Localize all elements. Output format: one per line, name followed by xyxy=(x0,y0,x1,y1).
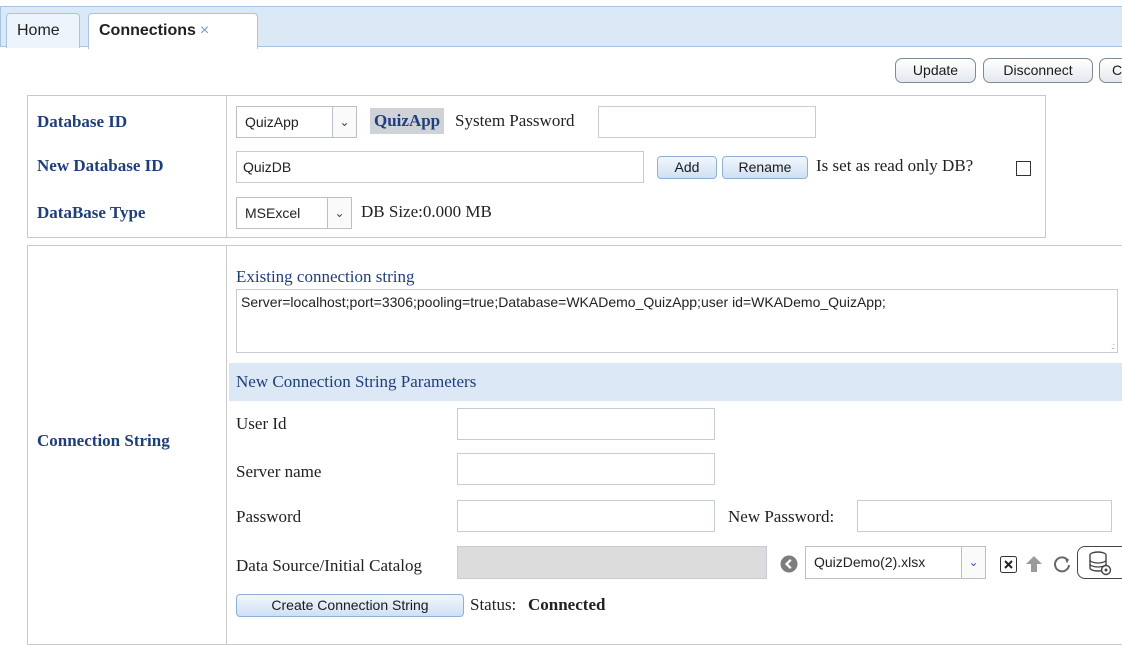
tab-connections-label: Connections xyxy=(99,22,196,39)
file-select-value: QuizDemo(2).xlsx xyxy=(814,554,926,570)
tab-connections[interactable]: Connections × xyxy=(88,13,258,49)
params-header: New Connection String Parameters xyxy=(236,372,477,391)
file-select[interactable]: QuizDemo(2).xlsx ⌄ xyxy=(805,546,986,579)
user-id-input[interactable] xyxy=(457,408,715,440)
existing-connection-label: Existing connection string xyxy=(236,267,415,286)
new-database-id-label: New Database ID xyxy=(37,156,164,175)
existing-connection-textarea[interactable]: Server=localhost;port=3306;pooling=true;… xyxy=(236,289,1118,353)
database-type-value: MSExcel xyxy=(245,205,301,221)
create-connection-string-button[interactable]: Create Connection String xyxy=(236,594,464,617)
system-password-label: System Password xyxy=(455,111,575,130)
read-only-label: Is set as read only DB? xyxy=(816,156,974,175)
update-button[interactable]: Update xyxy=(895,58,976,83)
resize-grip-icon[interactable]: .: xyxy=(1111,341,1115,351)
status-value: Connected xyxy=(528,595,606,614)
upload-icon[interactable] xyxy=(1024,554,1044,574)
data-source-label: Data Source/Initial Catalog xyxy=(236,556,422,575)
server-name-label: Server name xyxy=(236,462,322,481)
new-password-label: New Password: xyxy=(728,507,835,526)
tab-home[interactable]: Home xyxy=(6,13,80,48)
chevron-down-icon: ⌄ xyxy=(332,107,356,137)
connection-string-label: Connection String xyxy=(37,431,170,450)
database-type-label: DataBase Type xyxy=(37,203,146,222)
database-id-label: Database ID xyxy=(37,112,128,131)
status-label: Status: xyxy=(470,595,517,614)
user-id-label: User Id xyxy=(236,414,287,433)
database-settings-icon[interactable] xyxy=(1077,546,1122,579)
more-button[interactable]: C xyxy=(1099,58,1122,83)
data-source-input[interactable] xyxy=(457,546,767,579)
system-password-input[interactable] xyxy=(598,106,816,138)
read-only-checkbox[interactable] xyxy=(1016,161,1031,176)
database-id-badge: QuizApp xyxy=(370,108,445,134)
close-icon[interactable]: × xyxy=(200,22,209,39)
chevron-down-icon: ⌄ xyxy=(961,547,985,578)
server-name-input[interactable] xyxy=(457,453,715,485)
database-id-value: QuizApp xyxy=(245,114,299,130)
database-id-select[interactable]: QuizApp ⌄ xyxy=(236,106,357,138)
chevron-down-icon: ⌄ xyxy=(327,198,351,228)
rename-button[interactable]: Rename xyxy=(722,156,808,179)
new-database-id-input[interactable]: QuizDB xyxy=(236,151,644,183)
add-button[interactable]: Add xyxy=(657,156,717,179)
circle-left-arrow-icon[interactable] xyxy=(780,555,798,573)
db-size-label: DB Size:0.000 MB xyxy=(361,202,492,221)
existing-connection-value: Server=localhost;port=3306;pooling=true;… xyxy=(241,294,886,310)
database-type-select[interactable]: MSExcel ⌄ xyxy=(236,197,352,229)
disconnect-button[interactable]: Disconnect xyxy=(983,58,1093,83)
password-label: Password xyxy=(236,507,302,526)
clear-x-icon[interactable] xyxy=(1000,556,1017,573)
refresh-icon[interactable] xyxy=(1052,554,1072,574)
tab-bar: Home Connections × xyxy=(0,0,1122,49)
new-password-input[interactable] xyxy=(857,500,1112,532)
password-input[interactable] xyxy=(457,500,715,532)
tab-home-label: Home xyxy=(17,22,60,39)
